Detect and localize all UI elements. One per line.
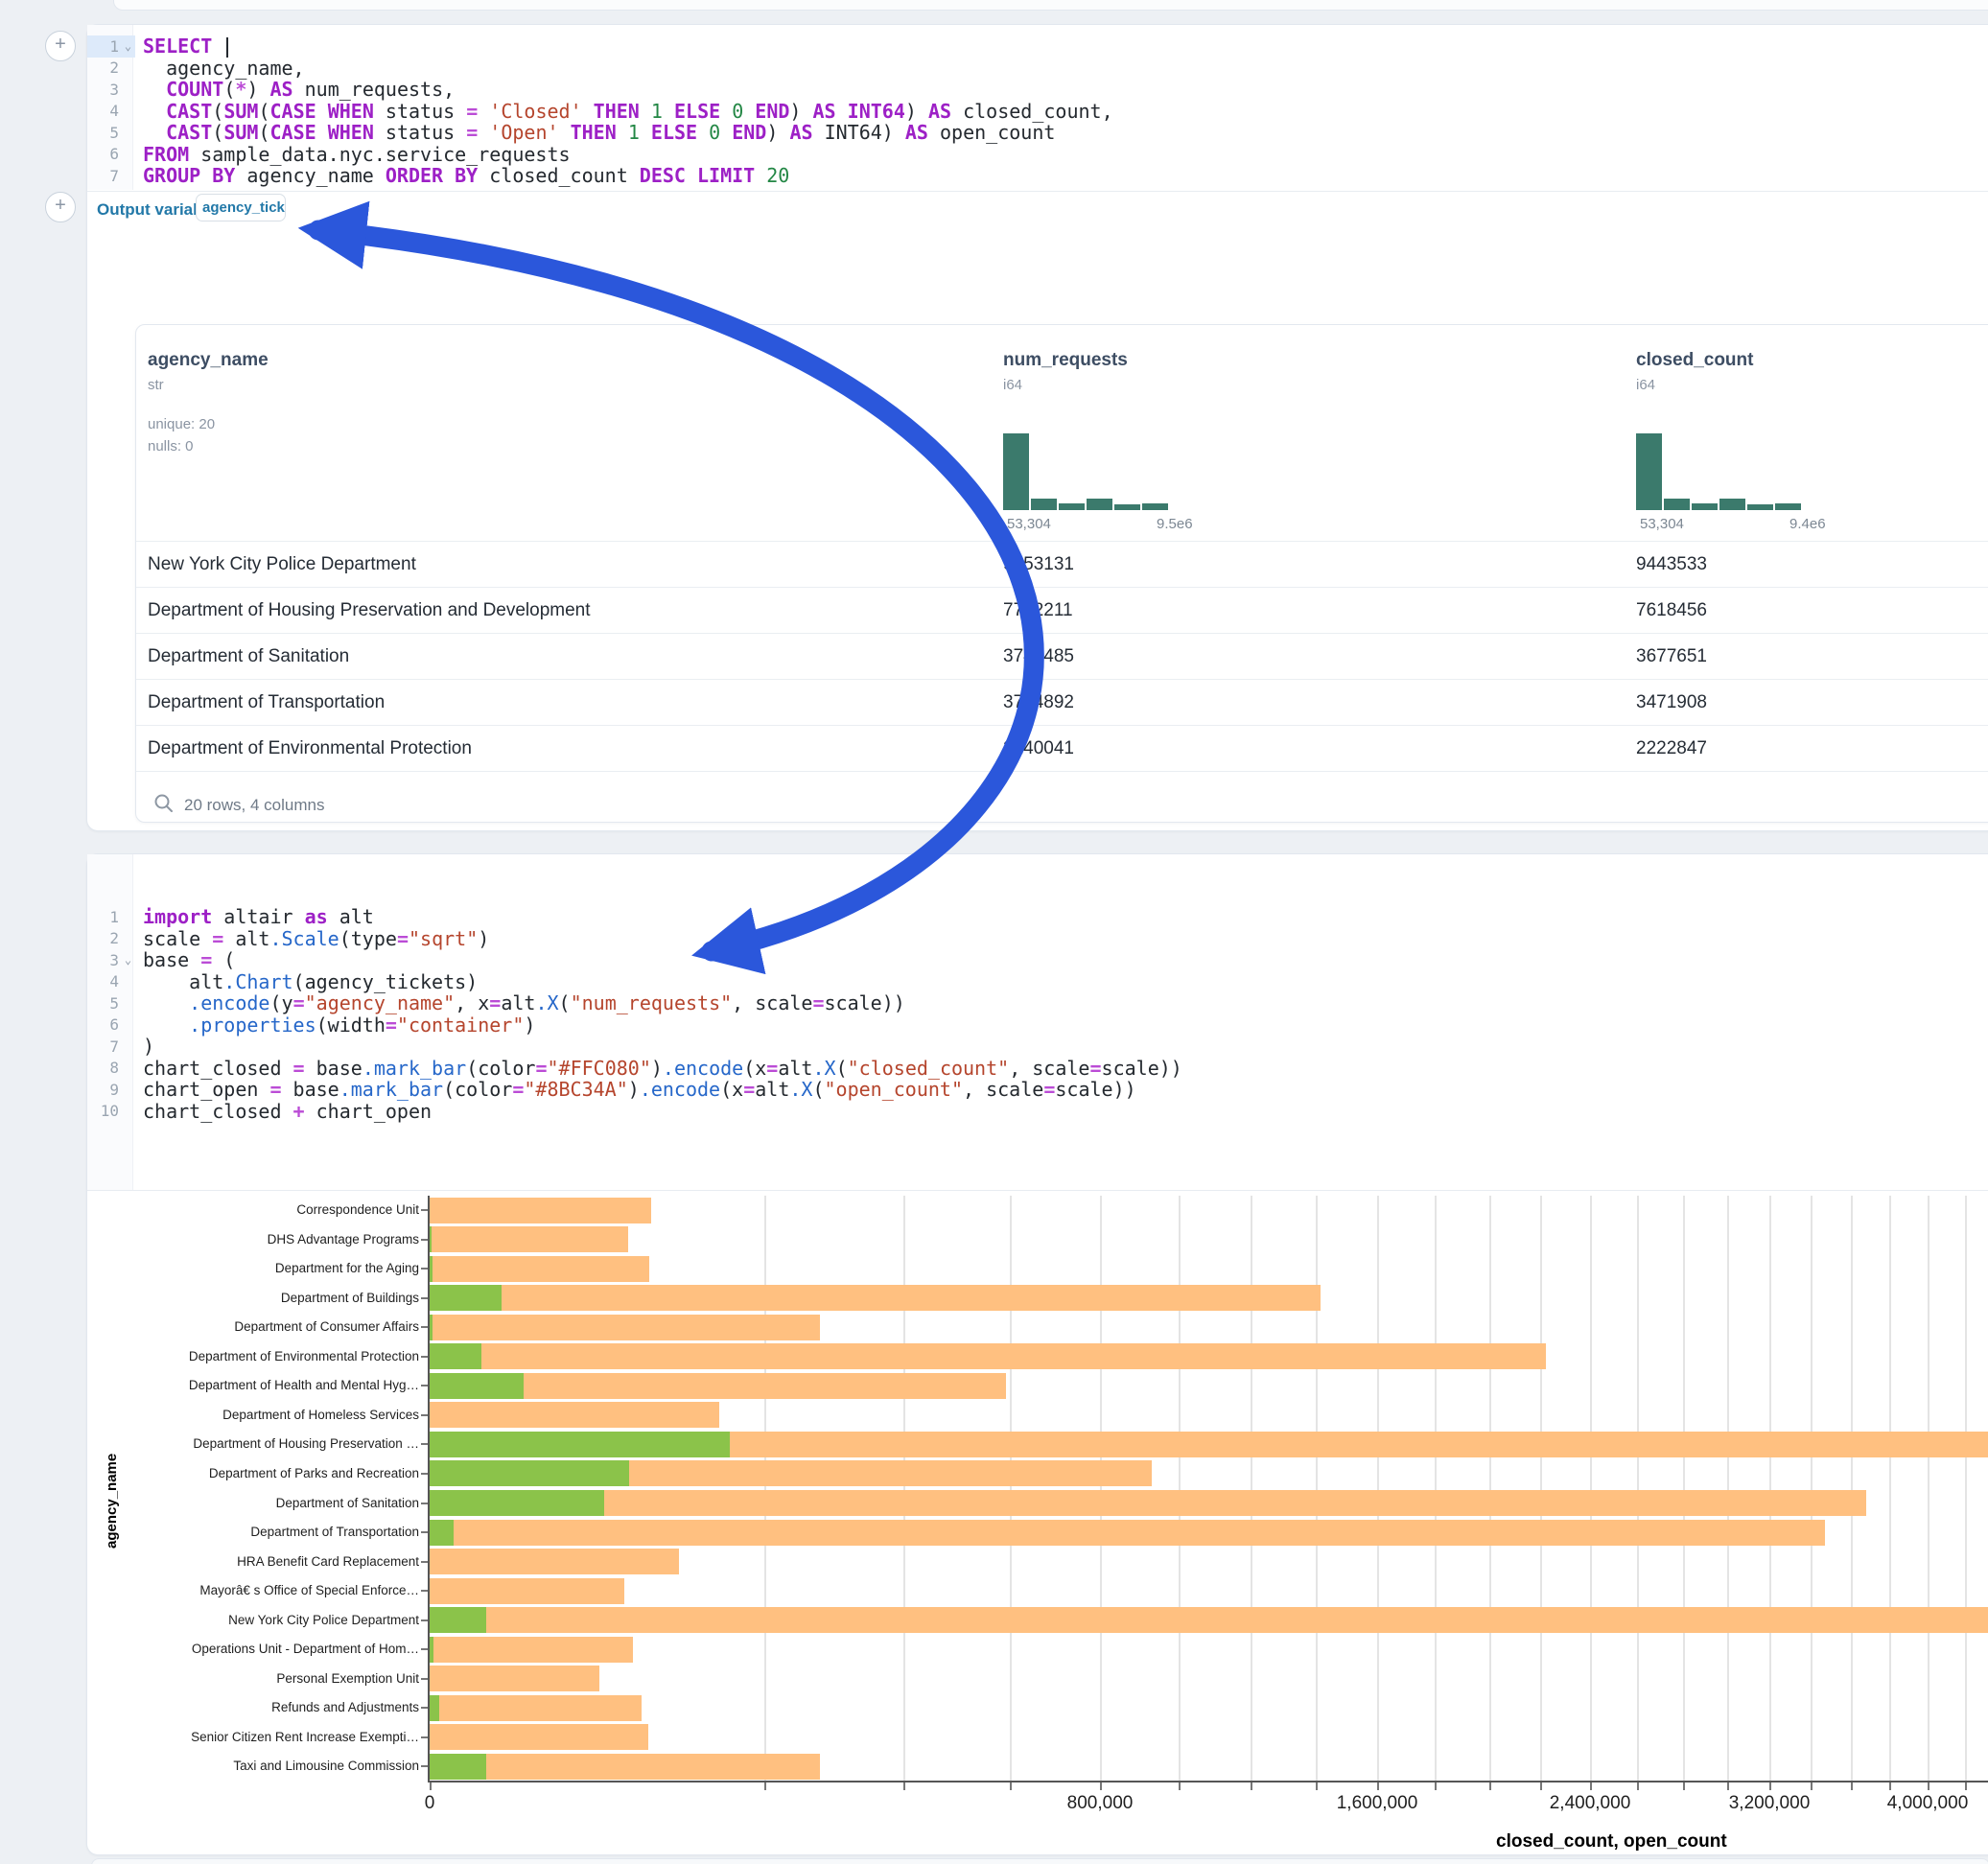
notebook-page: + + 1⌄SELECT 2 agency_name,3 COUNT(*) AS… xyxy=(0,0,1988,1864)
annotation-arrow xyxy=(0,0,1988,1864)
